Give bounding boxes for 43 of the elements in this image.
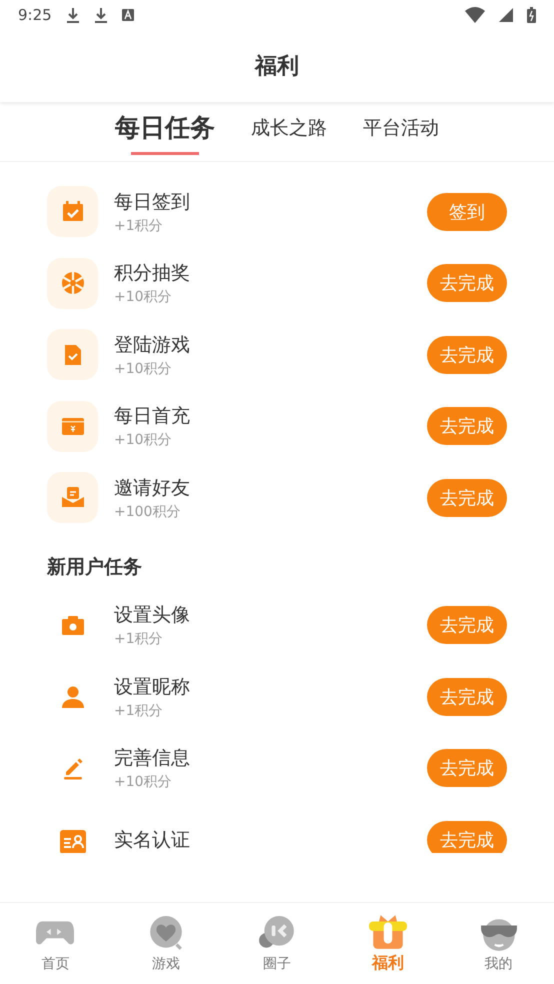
task-title: 登陆游戏 xyxy=(114,332,191,358)
task-reward: +10积分 xyxy=(114,773,173,792)
page-title: 福利 xyxy=(255,53,299,81)
task-button[interactable]: 去完成 xyxy=(427,606,507,644)
task-reward: +1积分 xyxy=(114,702,164,720)
download-icon xyxy=(94,7,108,23)
task-button[interactable]: 去完成 xyxy=(427,820,507,853)
task-title: 设置头像 xyxy=(114,603,191,628)
task-title: 完善信息 xyxy=(114,746,191,772)
task-button[interactable]: 签到 xyxy=(427,192,507,231)
wifi-icon xyxy=(465,7,485,23)
task-button[interactable]: 去完成 xyxy=(427,749,507,788)
task-reward: +10积分 xyxy=(114,360,173,378)
task-title: 实名认证 xyxy=(114,828,191,853)
nav-tab[interactable]: 游戏 xyxy=(121,914,212,974)
task-button[interactable]: 去完成 xyxy=(427,407,507,446)
tab[interactable]: 平台活动 xyxy=(357,112,445,152)
task-title: 每日签到 xyxy=(114,190,191,215)
nav-tab[interactable]: 圈子 xyxy=(232,914,322,974)
task-reward: +1积分 xyxy=(114,216,164,235)
keyboard-icon xyxy=(122,9,134,21)
task-reward: +100积分 xyxy=(114,502,182,521)
task-reward: +10积分 xyxy=(114,288,173,306)
task-title: 邀请好友 xyxy=(114,476,191,501)
task-title: 设置昵称 xyxy=(114,674,191,700)
download-icon xyxy=(66,7,80,23)
section-title: 新用户任务 xyxy=(47,554,143,580)
task-button[interactable]: 去完成 xyxy=(427,478,507,517)
nav-tab[interactable]: 福利 xyxy=(342,912,433,975)
task-title: 积分抽奖 xyxy=(114,261,191,286)
task-button[interactable]: 去完成 xyxy=(427,264,507,302)
task-title: 每日首充 xyxy=(114,404,191,430)
nav-tab[interactable]: 我的 xyxy=(454,914,544,974)
task-button[interactable]: 去完成 xyxy=(427,336,507,374)
battery-icon xyxy=(527,7,536,23)
nav-tab[interactable]: 首页 xyxy=(10,914,100,974)
status-time: 9:25 xyxy=(18,6,52,24)
task-reward: +10积分 xyxy=(114,431,173,450)
task-reward: +1积分 xyxy=(114,630,164,648)
tab[interactable]: 每日任务 xyxy=(109,108,221,156)
tab[interactable]: 成长之路 xyxy=(245,112,333,152)
signal-icon xyxy=(499,8,513,22)
task-button[interactable]: 去完成 xyxy=(427,678,507,716)
